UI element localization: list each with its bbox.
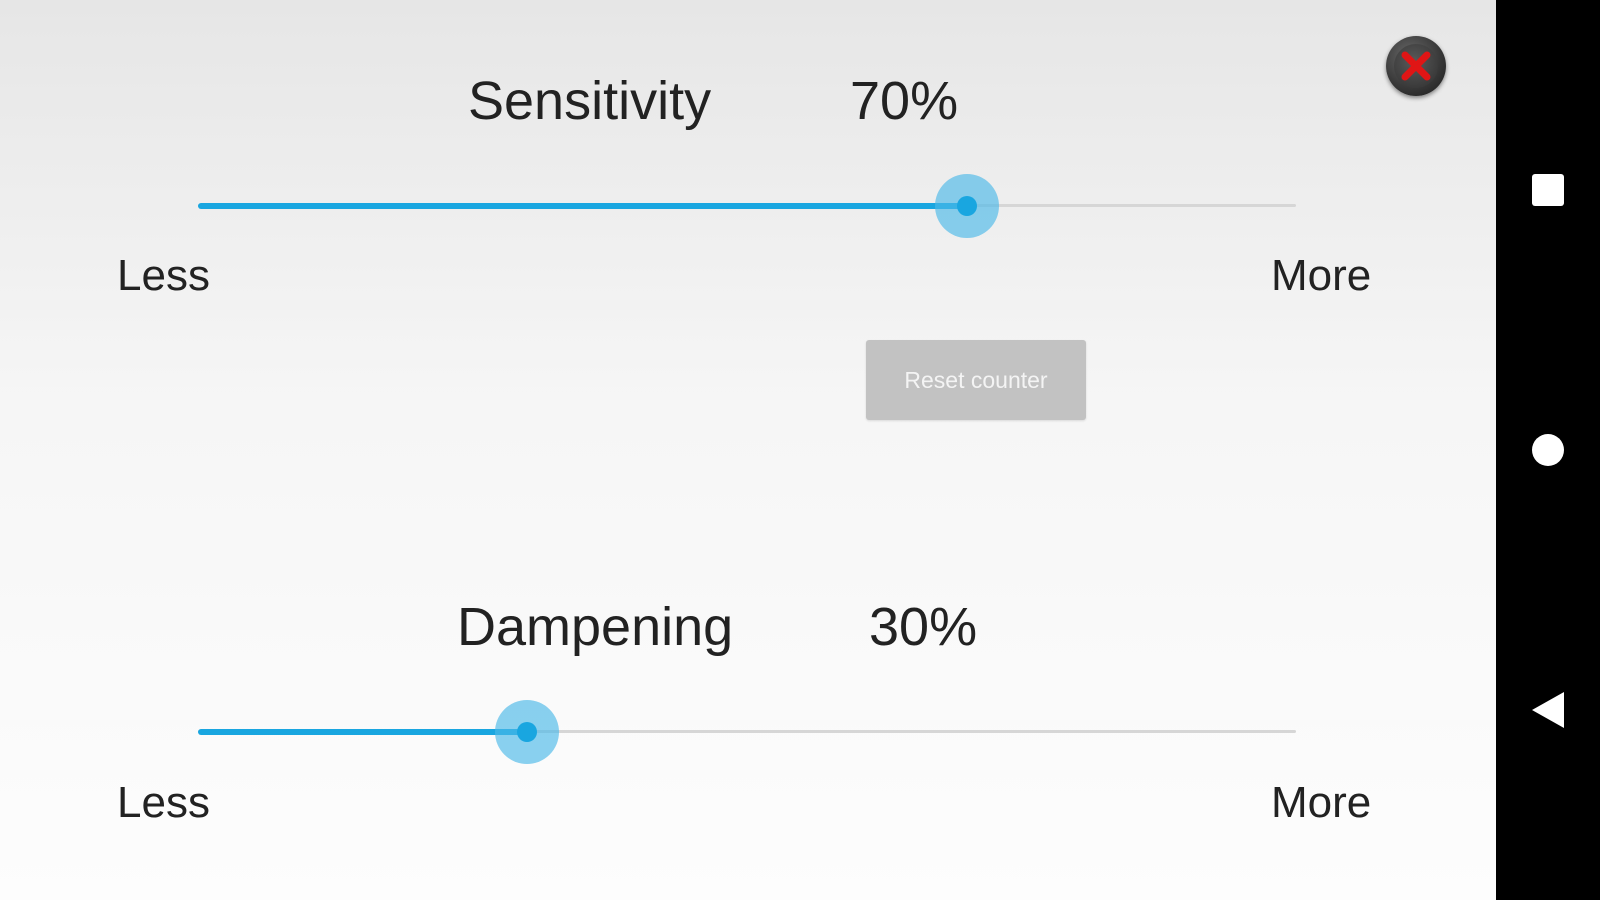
- reset-counter-button[interactable]: Reset counter: [866, 340, 1086, 420]
- system-nav-bar: [1496, 0, 1600, 900]
- dampening-title: Dampening: [457, 597, 734, 657]
- circle-icon: [1532, 434, 1564, 466]
- dampening-thumb[interactable]: [495, 700, 560, 764]
- square-icon: [1532, 174, 1564, 206]
- dampening-fill: [198, 729, 528, 735]
- dampening-less-label: Less: [117, 778, 210, 827]
- sensitivity-slider[interactable]: [198, 174, 1296, 238]
- sensitivity-more-label: More: [1271, 251, 1372, 300]
- sensitivity-thumb[interactable]: [934, 174, 999, 238]
- back-button[interactable]: [1496, 670, 1600, 750]
- sensitivity-thumb-dot: [956, 196, 977, 216]
- sensitivity-title: Sensitivity: [468, 71, 712, 131]
- dampening-thumb-dot: [517, 722, 538, 742]
- sensitivity-fill: [198, 203, 967, 209]
- dampening-more-label: More: [1271, 778, 1372, 827]
- sensitivity-less-label: Less: [117, 251, 210, 300]
- sensitivity-value: 70%: [850, 71, 959, 131]
- close-button[interactable]: [1386, 36, 1446, 96]
- home-button[interactable]: [1496, 410, 1600, 490]
- dampening-slider[interactable]: [198, 700, 1296, 764]
- close-icon: [1394, 44, 1438, 88]
- recents-button[interactable]: [1496, 150, 1600, 230]
- triangle-back-icon: [1532, 692, 1564, 728]
- settings-screen: Sensitivity 70% Less More Reset counter …: [0, 0, 1496, 900]
- dampening-value: 30%: [869, 597, 978, 657]
